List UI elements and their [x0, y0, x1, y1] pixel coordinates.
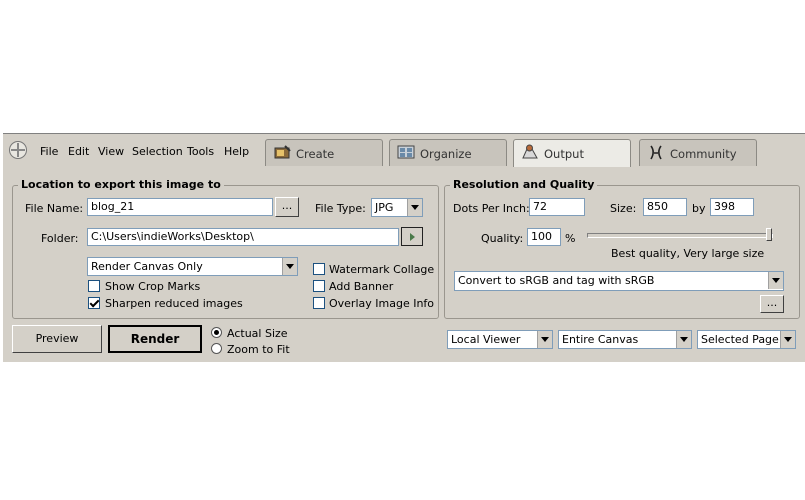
- color-profile-select[interactable]: Convert to sRGB and tag with sRGB: [454, 271, 784, 291]
- chevron-down-icon: [676, 331, 691, 348]
- community-icon: [650, 145, 662, 160]
- zoom-to-fit-label: Zoom to Fit: [227, 343, 290, 356]
- overlay-info-checkbox[interactable]: [313, 297, 325, 309]
- sharpen-reduced-checkbox[interactable]: [88, 297, 100, 309]
- folder-browse-button[interactable]: [401, 227, 423, 246]
- sharpen-reduced-label: Sharpen reduced images: [105, 297, 243, 310]
- add-banner-label: Add Banner: [329, 280, 394, 293]
- export-window: File Edit View Selection Tools Help Crea…: [3, 133, 805, 362]
- browse-file-button[interactable]: ...: [275, 197, 299, 217]
- quality-label: Quality:: [481, 232, 524, 245]
- by-label: by: [692, 202, 706, 215]
- overlay-info-label: Overlay Image Info: [329, 297, 435, 310]
- quality-description: Best quality, Very large size: [611, 247, 765, 260]
- quality-unit: %: [565, 232, 576, 245]
- viewer-value: Local Viewer: [451, 333, 521, 346]
- create-icon: [274, 145, 291, 159]
- height-field[interactable]: 398: [710, 198, 754, 216]
- size-label: Size:: [610, 202, 637, 215]
- render-mode-select[interactable]: Render Canvas Only: [87, 257, 298, 276]
- app-menu-icon[interactable]: [9, 141, 27, 159]
- tab-create[interactable]: Create: [265, 139, 383, 166]
- organize-icon: [397, 145, 415, 159]
- output-icon: [522, 144, 538, 159]
- show-crop-marks-checkbox[interactable]: [88, 280, 100, 292]
- tab-organize[interactable]: Organize: [389, 139, 507, 166]
- page-scope-select[interactable]: Selected Page: [697, 330, 796, 349]
- file-type-label: File Type:: [315, 202, 366, 215]
- chevron-down-icon: [780, 331, 795, 348]
- chevron-down-icon: [768, 272, 783, 289]
- render-button[interactable]: Render: [108, 325, 202, 353]
- dpi-label: Dots Per Inch:: [453, 202, 530, 215]
- dpi-field[interactable]: 72: [529, 198, 585, 216]
- location-group-title: Location to export this image to: [18, 178, 224, 191]
- tab-output[interactable]: Output: [513, 139, 631, 167]
- resolution-group-title: Resolution and Quality: [450, 178, 598, 191]
- add-banner-checkbox[interactable]: [313, 280, 325, 292]
- quality-slider-track[interactable]: [587, 228, 773, 241]
- file-type-value: JPG: [375, 201, 394, 214]
- preview-button[interactable]: Preview: [12, 325, 102, 353]
- chevron-down-icon: [537, 331, 552, 348]
- file-name-field[interactable]: blog_21: [87, 198, 273, 216]
- actual-size-radio[interactable]: [211, 327, 222, 338]
- tab-community[interactable]: Community: [639, 139, 757, 166]
- page-scope-value: Selected Page: [701, 333, 779, 346]
- show-crop-marks-label: Show Crop Marks: [105, 280, 201, 293]
- menu-help[interactable]: Help: [224, 145, 249, 158]
- zoom-to-fit-radio[interactable]: [211, 343, 222, 354]
- watermark-collage-checkbox[interactable]: [313, 263, 325, 275]
- chevron-down-icon: [282, 258, 297, 275]
- actual-size-label: Actual Size: [227, 327, 288, 340]
- color-profile-more-button[interactable]: ...: [760, 295, 784, 313]
- color-profile-value: Convert to sRGB and tag with sRGB: [458, 274, 655, 287]
- render-mode-value: Render Canvas Only: [91, 260, 203, 273]
- menu-tools[interactable]: Tools: [187, 145, 214, 158]
- menu-file[interactable]: File: [40, 145, 58, 158]
- chevron-down-icon: [407, 199, 422, 216]
- menu-view[interactable]: View: [98, 145, 124, 158]
- file-type-select[interactable]: JPG: [371, 198, 423, 217]
- viewer-select[interactable]: Local Viewer: [447, 330, 553, 349]
- file-name-label: File Name:: [25, 202, 84, 215]
- menu-edit[interactable]: Edit: [68, 145, 89, 158]
- canvas-scope-value: Entire Canvas: [562, 333, 639, 346]
- quality-slider-thumb[interactable]: [766, 228, 772, 241]
- play-arrow-icon: [410, 233, 415, 241]
- watermark-collage-label: Watermark Collage: [329, 263, 435, 276]
- folder-field[interactable]: C:\Users\indieWorks\Desktop\: [87, 228, 399, 246]
- width-field[interactable]: 850: [643, 198, 687, 216]
- menu-selection[interactable]: Selection: [132, 145, 183, 158]
- folder-label: Folder:: [41, 232, 79, 245]
- quality-field[interactable]: 100: [527, 228, 561, 246]
- canvas-scope-select[interactable]: Entire Canvas: [558, 330, 692, 349]
- menu-bar: File Edit View Selection Tools Help Crea…: [3, 134, 805, 167]
